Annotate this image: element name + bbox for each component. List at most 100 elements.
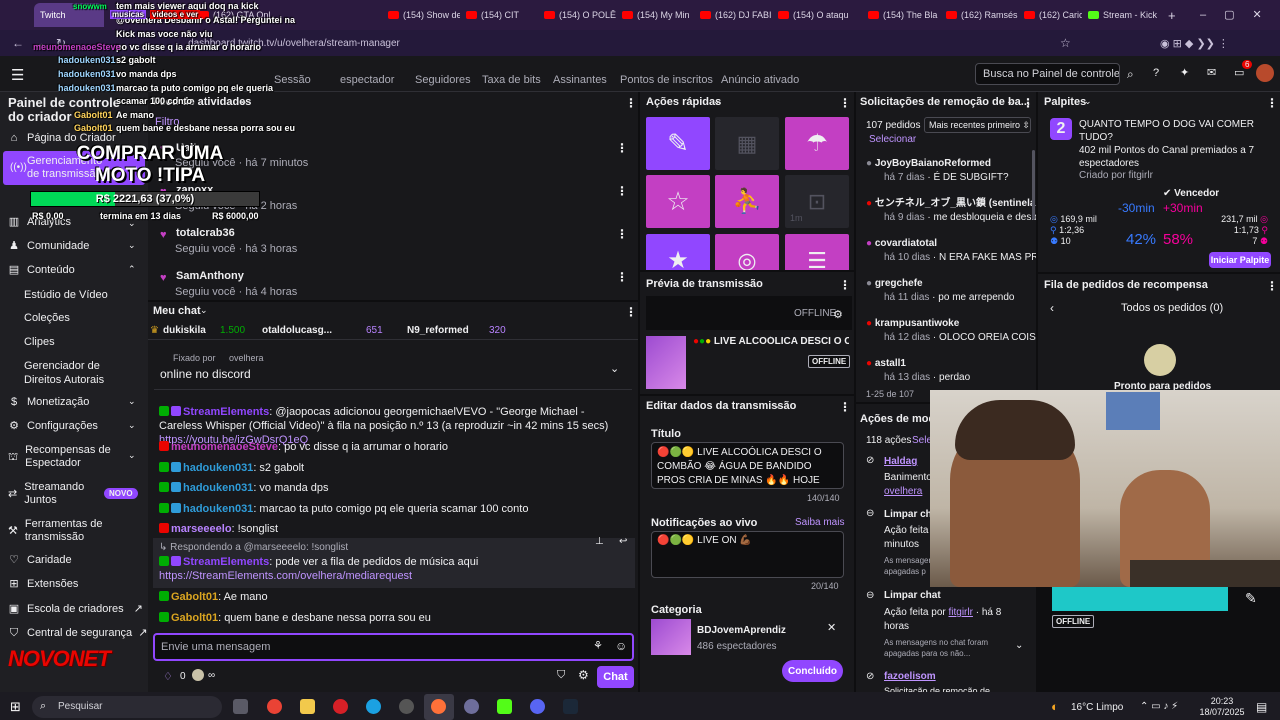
sidebar-item-school[interactable]: ▣ Escola de criadores ↗ [8,602,143,616]
more-icon[interactable]: ⋮ [625,305,637,319]
notification-center-icon[interactable]: ▤ [1256,700,1267,714]
activity-name[interactable]: totalcrab36 [176,227,235,239]
pin-icon[interactable]: ⊥ [595,536,604,547]
clip-tile[interactable]: ▦ [715,117,779,170]
header-tab-ad[interactable]: Anúncio ativado [721,74,799,86]
sidebar-sub-collections[interactable]: Coleções [24,311,70,325]
title-field[interactable]: 🔴🟢🟡 LIVE ALCOÓLICA DESCI O COMBÃO 😂 ÁGUA… [651,442,844,489]
reply-icon[interactable]: ↩ [619,536,627,547]
header-tab-subs[interactable]: Assinantes [553,74,607,86]
start-prediction-button[interactable]: Iniciar Palpite [1209,252,1271,268]
avatar[interactable] [1256,64,1274,82]
highlight-tile[interactable]: ☆ [646,175,710,228]
mod-select-link[interactable]: Sele [912,435,932,446]
steam-icon[interactable] [563,699,578,714]
tab-theblack[interactable]: (154) The Bla [862,3,940,27]
discord-icon[interactable] [530,699,545,714]
pinned-message[interactable]: Fixado por ovelhera online no discord ⌄ [154,350,632,390]
add-mod-tile[interactable]: ⛹ [715,175,779,228]
new-tab-icon[interactable]: + [1162,3,1182,27]
more-icon[interactable]: ⋮ [839,278,851,292]
leader-name[interactable]: otaldolucasg... [262,325,332,336]
chevron-down-icon[interactable]: ⌄ [773,400,781,411]
ad-tile[interactable]: ☂ [785,117,849,170]
chrome-icon[interactable] [267,699,282,714]
dashboard-search-input[interactable]: Busca no Painel de controle (C [975,63,1120,85]
unban-row[interactable]: ● covardiatotal há 10 dias · N ERA FAKE M… [866,237,1036,265]
sidebar-item-community[interactable]: ♟ Comunidade [8,240,89,252]
chevron-down-icon[interactable]: ⌄ [1006,96,1014,107]
pencil-icon[interactable]: ✎ [1245,590,1257,607]
taskbar-search[interactable]: ⌕ Pesquisar [32,696,222,718]
chat-send-button[interactable]: Chat [597,666,634,688]
more-icon[interactable]: ⋮ [839,96,851,110]
app-icon[interactable] [464,699,479,714]
shield-icon[interactable]: ⛉ [557,669,565,682]
system-tray-icons[interactable]: ⌃ ▭ ♪ ⚡ [1140,701,1178,712]
sidebar-item-settings[interactable]: ⚙ Configurações [8,420,98,432]
sort-select[interactable]: Mais recentes primeiro ⇳ [924,117,1031,133]
more-icon[interactable]: ⋮ [616,184,628,198]
layout-tile[interactable]: ☰ [785,234,849,270]
leader-name[interactable]: N9_reformed [407,325,469,336]
activity-name[interactable]: SamAnthony [176,270,244,282]
tab-kick[interactable]: Stream - Kick [1082,3,1162,27]
task-view-icon[interactable] [233,699,248,714]
channel-points-icon[interactable]: ♢ [163,670,173,683]
edge-icon[interactable] [366,699,381,714]
emote-icon[interactable]: ☺ [615,639,627,653]
firefox-icon[interactable] [431,699,446,714]
chevron-down-icon[interactable]: ⌄ [1015,640,1023,651]
kick-icon[interactable] [497,699,512,714]
unban-row[interactable]: ● センチネル_オブ_黒い鎖 (sentinela há 9 dias · me … [866,197,1036,225]
tab-ramses[interactable]: (162) Ramsés [940,3,1018,27]
reward-filter[interactable]: Todos os pedidos (0) [1121,302,1223,314]
unban-row[interactable]: ● JoyBoyBaianoReformed há 7 dias · É DE S… [866,157,1036,185]
chevron-down-icon[interactable]: ⌄ [1084,96,1092,107]
more-icon[interactable]: ⋮ [616,227,628,241]
bits-icon[interactable]: ⚘ [593,639,603,652]
sidebar-sub-copyright[interactable]: Gerenciador de Direitos Autorais [24,359,134,387]
tab-dj[interactable]: (162) DJ FABI [694,3,772,27]
close-icon[interactable]: ✕ [827,621,836,634]
cooldown-tile[interactable]: ⊡ 1m [785,175,849,228]
header-tab-points[interactable]: Pontos de inscritos [620,74,713,86]
tab-mymin[interactable]: (154) My Min [616,3,694,27]
mod-user-link[interactable]: fazoelisom [884,671,936,682]
chevron-left-icon[interactable]: ‹ [1050,301,1054,315]
star-icon[interactable]: ☆ [1060,36,1071,50]
tab-show[interactable]: (154) Show de [382,3,460,27]
window-controls[interactable]: –▢✕ [1200,8,1280,21]
header-tab-session[interactable]: Sessão [274,74,311,86]
header-tab-viewer[interactable]: espectador [340,74,394,86]
chevron-down-icon[interactable]: ⌄ [200,305,208,316]
search-icon[interactable]: ⌕ [1127,67,1134,82]
sidebar-sub-clips[interactable]: Clipes [24,335,55,349]
select-link[interactable]: Selecionar [869,134,916,145]
help-icon[interactable]: ? [1153,67,1159,79]
featured-tile[interactable]: ★ [646,234,710,270]
leader-name[interactable]: dukiskila [163,325,206,336]
sidebar-item-rewards[interactable]: ⛫ Recompensas de Espectador [8,444,118,470]
gear-icon[interactable]: ⚙ [833,308,843,321]
more-icon[interactable]: ⋮ [839,400,851,414]
more-icon[interactable]: ⋮ [616,270,628,284]
unban-row[interactable]: ● astall1 há 13 dias · perdao [866,357,1036,382]
hamburger-menu-icon[interactable]: ☰ [11,66,24,84]
notification-field[interactable]: 🔴🟢🟡 LIVE ON 💪🏾 [651,531,844,578]
chevron-down-icon[interactable]: ⌄ [610,362,619,375]
more-icon[interactable]: ⋮ [1022,96,1034,110]
obs-icon[interactable] [399,699,414,714]
sidebar-item-content[interactable]: ▤ Conteúdo [8,264,75,276]
clock[interactable]: 20:23 18/07/2025 [1198,696,1246,718]
extensions-icons[interactable]: ◉ ⊞ ◆ ❯❯ ⋮ [1160,37,1229,50]
tab-ataque[interactable]: (154) O ataqu [772,3,862,27]
chevron-down-icon[interactable]: ⌄ [746,278,754,289]
tab-cit[interactable]: (154) CIT [460,3,538,27]
learn-more-link[interactable]: Saiba mais [795,517,844,528]
sparkle-icon[interactable]: ✦ [1180,66,1189,79]
more-icon[interactable]: ⋮ [1266,96,1278,110]
header-tab-bitrate[interactable]: Taxa de bits [482,74,541,86]
tab-carioca[interactable]: (162) Carioca [1018,3,1082,27]
chevron-down-icon[interactable]: ⌄ [1187,279,1195,290]
